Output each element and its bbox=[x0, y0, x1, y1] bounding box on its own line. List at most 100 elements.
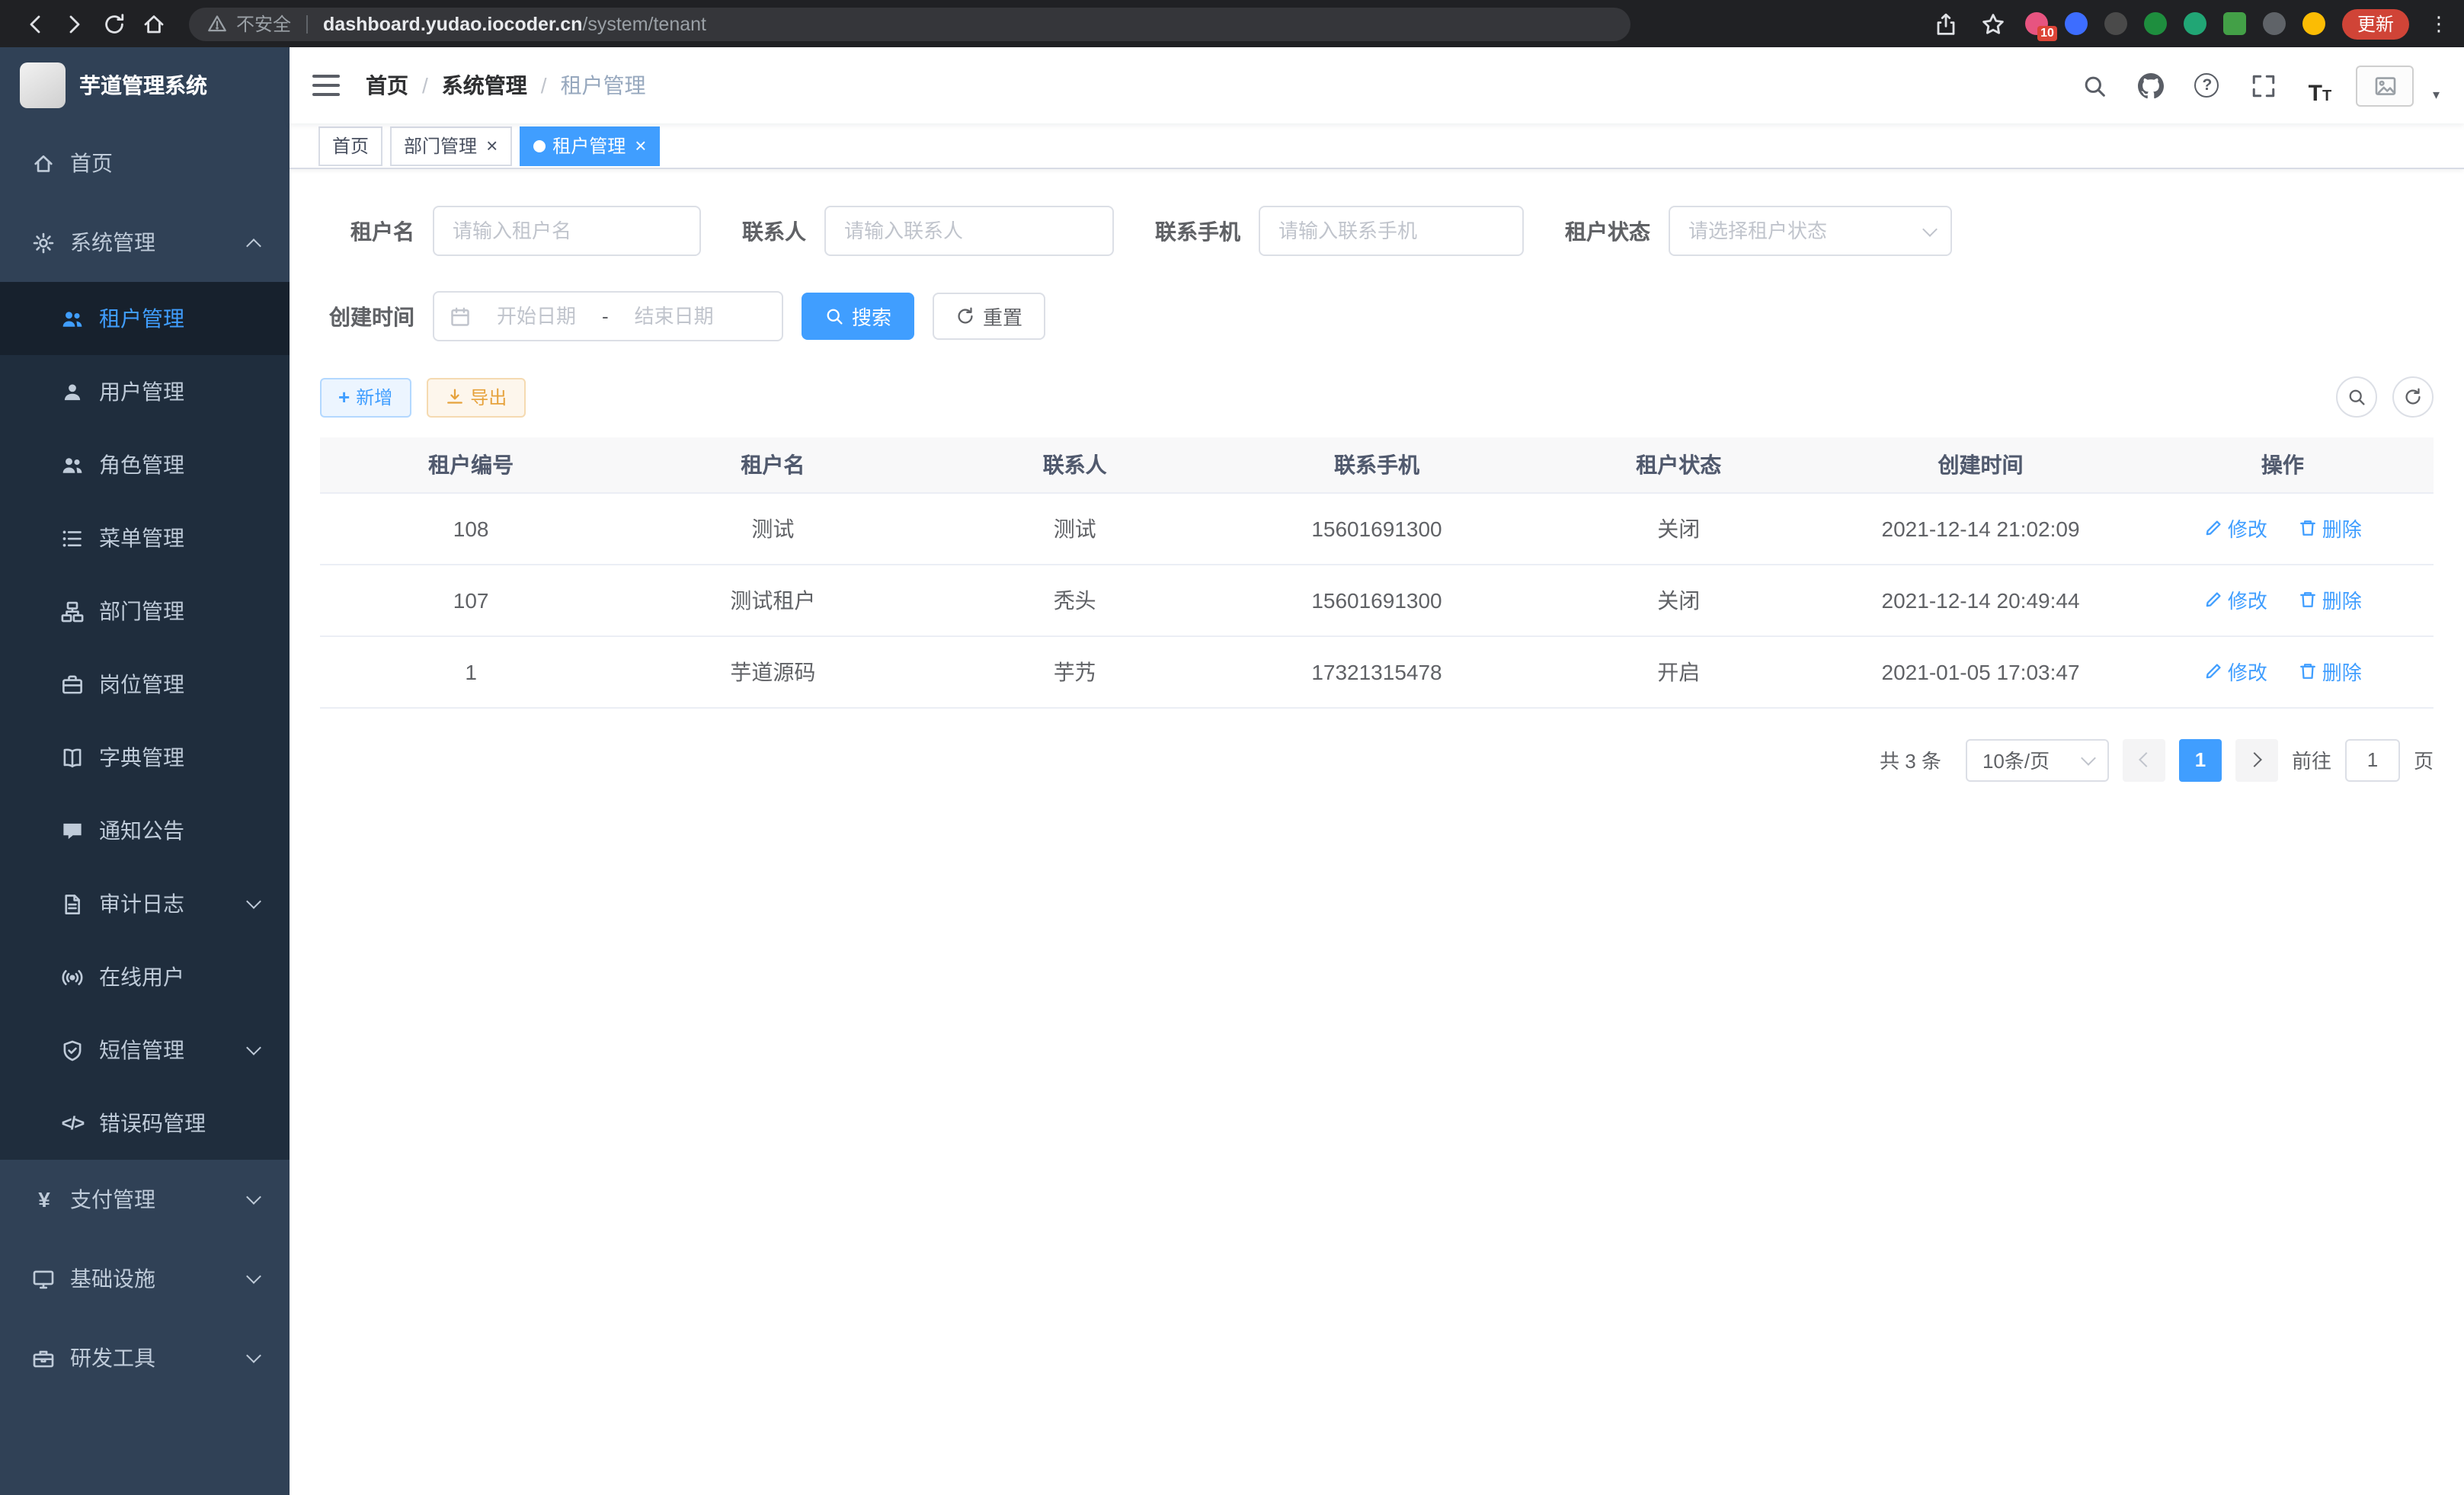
sidebar-item-error-code[interactable]: </> 错误码管理 bbox=[0, 1087, 290, 1160]
sidebar-item-system[interactable]: 系统管理 bbox=[0, 203, 290, 282]
url-domain: dashboard.yudao.iocoder.cn bbox=[323, 13, 582, 34]
browser-menu-icon[interactable]: ⋮ bbox=[2429, 11, 2449, 36]
table-row: 107 测试租户 秃头 15601691300 关闭 2021-12-14 20… bbox=[320, 564, 2434, 635]
contact-input[interactable] bbox=[824, 206, 1114, 256]
sidebar-item-home[interactable]: 首页 bbox=[0, 123, 290, 203]
sidebar-menu: 首页 系统管理 租户管理 用户管理 bbox=[0, 123, 290, 1397]
pagination-total: 共 3 条 bbox=[1880, 745, 1941, 774]
breadcrumb-system[interactable]: 系统管理 bbox=[442, 70, 527, 101]
delete-button[interactable]: 删除 bbox=[2298, 514, 2362, 543]
refresh-table-button[interactable] bbox=[2392, 376, 2434, 418]
arrow-left-icon bbox=[2139, 752, 2154, 767]
avatar-caret-icon[interactable]: ▾ bbox=[2433, 86, 2440, 106]
browser-forward-icon[interactable] bbox=[55, 4, 94, 43]
delete-button[interactable]: 删除 bbox=[2298, 585, 2362, 614]
sidebar-item-audit-log[interactable]: 审计日志 bbox=[0, 867, 290, 940]
sidebar-item-tenant[interactable]: 租户管理 bbox=[0, 282, 290, 355]
sidebar-item-label: 菜单管理 bbox=[99, 523, 184, 553]
phone-input[interactable] bbox=[1259, 206, 1524, 256]
date-range-picker[interactable]: - bbox=[433, 291, 783, 341]
sidebar-item-label: 通知公告 bbox=[99, 815, 184, 846]
browser-address-bar[interactable]: 不安全 dashboard.yudao.iocoder.cn/system/te… bbox=[189, 7, 1630, 40]
sidebar-item-dept[interactable]: 部门管理 bbox=[0, 575, 290, 648]
date-separator: - bbox=[602, 305, 609, 328]
sidebar-item-dict[interactable]: 字典管理 bbox=[0, 721, 290, 794]
status-select[interactable] bbox=[1669, 206, 1952, 256]
tab-home[interactable]: 首页 bbox=[318, 126, 382, 165]
tab-close-icon[interactable]: × bbox=[486, 136, 498, 155]
github-icon[interactable] bbox=[2131, 66, 2171, 105]
extension-icon[interactable] bbox=[2144, 12, 2167, 35]
status-select-input[interactable] bbox=[1669, 206, 1952, 256]
tenant-name-input[interactable] bbox=[433, 206, 701, 256]
next-page-button[interactable] bbox=[2235, 738, 2278, 781]
extension-icon[interactable] bbox=[2223, 12, 2246, 35]
users-icon bbox=[61, 453, 84, 476]
col-phone: 联系手机 bbox=[1226, 437, 1528, 492]
fullscreen-icon[interactable] bbox=[2244, 66, 2283, 105]
add-button[interactable]: + 新增 bbox=[320, 377, 411, 417]
font-size-icon[interactable]: TT bbox=[2300, 66, 2340, 105]
user-icon bbox=[61, 380, 84, 403]
goto-page-input[interactable] bbox=[2345, 738, 2400, 781]
monitor-icon bbox=[32, 1267, 55, 1290]
sidebar-item-devtool[interactable]: 研发工具 bbox=[0, 1318, 290, 1397]
logo: 芋道管理系统 bbox=[0, 47, 290, 123]
reset-button[interactable]: 重置 bbox=[933, 293, 1045, 340]
prev-page-button[interactable] bbox=[2123, 738, 2165, 781]
home-icon bbox=[32, 152, 55, 174]
delete-button[interactable]: 删除 bbox=[2298, 657, 2362, 686]
edit-button[interactable]: 修改 bbox=[2203, 657, 2267, 686]
tags-bar: 首页 部门管理 × 租户管理× bbox=[290, 123, 2464, 169]
tab-label: 部门管理 bbox=[404, 133, 477, 158]
tab-dept[interactable]: 部门管理 × bbox=[390, 126, 511, 165]
sidebar-item-infra[interactable]: 基础设施 bbox=[0, 1239, 290, 1318]
browser-home-icon[interactable] bbox=[134, 4, 174, 43]
edit-button[interactable]: 修改 bbox=[2203, 585, 2267, 614]
sidebar-item-online-user[interactable]: 在线用户 bbox=[0, 940, 290, 1013]
chevron-down-icon bbox=[246, 1347, 261, 1362]
extension-icon[interactable]: 10 bbox=[2025, 12, 2048, 35]
browser-back-icon[interactable] bbox=[15, 4, 55, 43]
collapse-sidebar-icon[interactable] bbox=[312, 75, 340, 96]
cell-tenant-name: 测试租户 bbox=[622, 564, 923, 635]
sidebar-item-sms[interactable]: 短信管理 bbox=[0, 1013, 290, 1087]
page-size-select[interactable]: 10条/页 bbox=[1966, 738, 2109, 781]
pencil-icon bbox=[2203, 518, 2223, 538]
breadcrumb-separator: / bbox=[422, 73, 428, 98]
cell-tenant-id: 107 bbox=[320, 564, 622, 635]
sidebar-item-menu[interactable]: 菜单管理 bbox=[0, 501, 290, 575]
sidebar-item-role[interactable]: 角色管理 bbox=[0, 428, 290, 501]
search-button[interactable]: 搜索 bbox=[802, 293, 914, 340]
help-icon[interactable]: ? bbox=[2187, 66, 2227, 105]
edit-button[interactable]: 修改 bbox=[2203, 514, 2267, 543]
breadcrumb-home[interactable]: 首页 bbox=[366, 70, 408, 101]
extension-icon[interactable] bbox=[2184, 12, 2206, 35]
bookmark-star-icon[interactable] bbox=[1978, 8, 2008, 39]
extension-icon[interactable] bbox=[2263, 12, 2286, 35]
toggle-search-button[interactable] bbox=[2336, 376, 2377, 418]
start-date-input[interactable] bbox=[480, 305, 593, 328]
end-date-input[interactable] bbox=[618, 305, 731, 328]
extension-icon[interactable] bbox=[2302, 12, 2325, 35]
sidebar-item-notice[interactable]: 通知公告 bbox=[0, 794, 290, 867]
avatar[interactable] bbox=[2357, 65, 2414, 106]
sidebar-item-label: 审计日志 bbox=[99, 888, 184, 919]
tab-close-icon[interactable]: × bbox=[635, 136, 646, 155]
sidebar-item-post[interactable]: 岗位管理 bbox=[0, 648, 290, 721]
extension-icon[interactable] bbox=[2065, 12, 2088, 35]
browser-reload-icon[interactable] bbox=[94, 4, 134, 43]
sidebar-item-payment[interactable]: ¥ 支付管理 bbox=[0, 1160, 290, 1239]
header-search-icon[interactable] bbox=[2075, 66, 2114, 105]
tab-tenant[interactable]: 租户管理× bbox=[519, 126, 660, 165]
sidebar-item-user[interactable]: 用户管理 bbox=[0, 355, 290, 428]
update-button[interactable]: 更新 bbox=[2342, 8, 2409, 39]
security-label[interactable]: 不安全 bbox=[236, 11, 291, 37]
sidebar-item-label: 字典管理 bbox=[99, 742, 184, 773]
current-page[interactable]: 1 bbox=[2179, 738, 2222, 781]
create-time-label: 创建时间 bbox=[320, 301, 414, 331]
trash-icon bbox=[2298, 661, 2318, 681]
export-button[interactable]: 导出 bbox=[426, 377, 525, 417]
extension-icon[interactable] bbox=[2104, 12, 2127, 35]
share-icon[interactable] bbox=[1931, 8, 1961, 39]
